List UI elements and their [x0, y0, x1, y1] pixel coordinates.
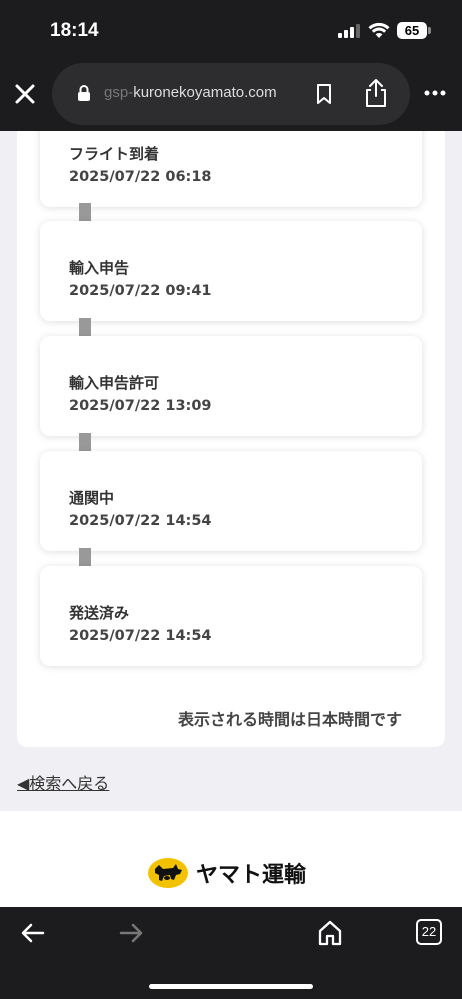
battery-indicator: 65 — [397, 21, 431, 40]
event-label: 輸入申告許可 — [69, 374, 160, 392]
url-text[interactable]: gsp-kuronekoyamato.com — [104, 84, 300, 101]
event-label: 輸入申告 — [69, 259, 130, 277]
forward-arrow-icon[interactable] — [118, 922, 144, 944]
event-date: 2025/07/22 06:18 — [69, 169, 212, 185]
event-label: 通関中 — [69, 489, 115, 507]
event-card-import-declaration: 輸入申告 2025/07/22 09:41 — [40, 221, 422, 321]
close-icon[interactable] — [11, 80, 39, 108]
timeline-connector — [79, 433, 91, 451]
timeline-connector — [79, 318, 91, 336]
event-card-customs-clearance: 通関中 2025/07/22 14:54 — [40, 451, 422, 551]
page-content: フライト到着 2025/07/22 06:18 輸入申告 2025/07/22 … — [0, 131, 462, 811]
home-icon[interactable] — [316, 919, 344, 947]
timeline-connector — [79, 548, 91, 566]
browser-bottom-toolbar: 22 — [0, 907, 462, 999]
share-icon[interactable] — [363, 78, 389, 108]
event-card-flight-arrival: フライト到着 2025/07/22 06:18 — [40, 131, 422, 207]
url-prefix: gsp- — [104, 84, 134, 101]
browser-top-bar: 18:14 65 gsp-kuronekoyamato.com — [0, 0, 462, 131]
event-card-import-permit: 輸入申告許可 2025/07/22 13:09 — [40, 336, 422, 436]
back-arrow-icon[interactable] — [20, 922, 46, 944]
more-icon[interactable] — [422, 83, 448, 103]
timeline-connector — [79, 203, 91, 221]
yamato-logo-text: ヤマト運輸 — [196, 863, 307, 888]
address-bar[interactable]: gsp-kuronekoyamato.com — [52, 63, 410, 125]
battery-percent: 65 — [404, 23, 420, 38]
url-domain: kuronekoyamato.com — [133, 84, 277, 101]
back-to-search-link[interactable]: ◀検索へ戻る — [17, 770, 109, 794]
wifi-icon — [368, 22, 390, 38]
event-date: 2025/07/22 14:54 — [69, 513, 212, 529]
yamato-cat-logo-icon — [148, 858, 188, 888]
event-label: フライト到着 — [69, 145, 160, 163]
event-date: 2025/07/22 14:54 — [69, 628, 212, 644]
tabs-count-button[interactable]: 22 — [416, 919, 442, 945]
status-time: 18:14 — [50, 20, 99, 41]
event-date: 2025/07/22 13:09 — [69, 398, 212, 414]
home-indicator — [149, 984, 313, 989]
lock-icon — [78, 85, 90, 101]
page-footer: ヤマト運輸 — [0, 811, 462, 907]
event-label: 発送済み — [69, 604, 130, 622]
event-date: 2025/07/22 09:41 — [69, 283, 212, 299]
event-card-shipped: 発送済み 2025/07/22 14:54 — [40, 566, 422, 666]
timezone-note: 表示される時間は日本時間です — [178, 710, 403, 729]
cellular-signal-icon — [338, 24, 360, 38]
bookmark-icon[interactable] — [315, 83, 333, 105]
